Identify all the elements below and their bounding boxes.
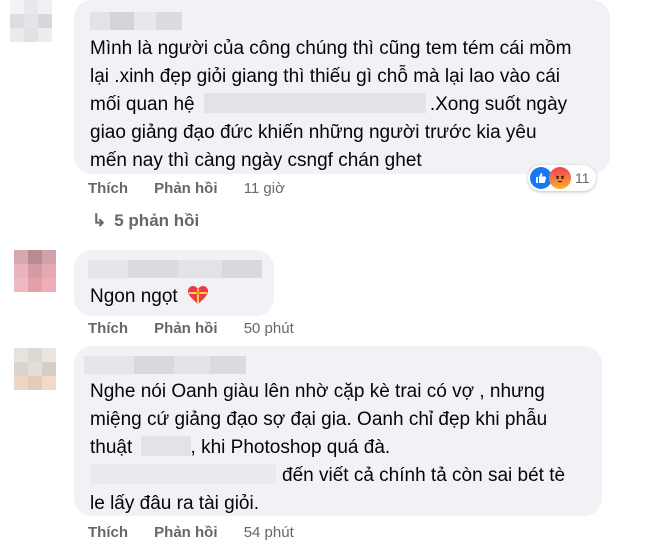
comment-text-line: Mình là người của công chúng thì cũng te… (90, 38, 572, 59)
comment-text-line: mến nay thì càng ngày csngf chán ghet (90, 150, 422, 171)
comment-text-segment: thuật (90, 437, 133, 458)
comment-text-line: đến viết cả chính tả còn sai bét tè (90, 462, 565, 490)
like-button[interactable]: Thích (88, 180, 128, 197)
comment-text-segment: mối quan hệ (90, 94, 195, 115)
comment-timestamp[interactable]: 50 phút (244, 320, 294, 337)
avatar[interactable] (14, 348, 56, 394)
comment-actions: Thích Phản hồi 11 giờ (88, 180, 285, 197)
angry-face-icon (549, 167, 571, 189)
reply-button[interactable]: Phản hồi (154, 320, 217, 337)
reply-button[interactable]: Phản hồi (154, 524, 217, 541)
heart-gift-icon (187, 286, 208, 304)
commenter-name[interactable] (84, 356, 246, 374)
like-button[interactable]: Thích (88, 524, 128, 541)
comment-text-segment: , khi Photoshop quá đà. (190, 437, 391, 458)
comment-text-line: Nghe nói Oanh giàu lên nhờ cặp kè trai c… (90, 381, 545, 402)
comment-text-line: miệng cứ giảng đạo sợ đại gia. Oanh chỉ … (90, 409, 548, 430)
comment-actions: Thích Phản hồi 50 phút (88, 320, 294, 337)
redacted-text (140, 436, 191, 456)
comment-text-line: lại .xinh đẹp giỏi giang thì thiếu gì ch… (90, 66, 561, 87)
comment-text-segment: đến viết cả chính tả còn sai bét tè (282, 465, 566, 486)
commenter-name[interactable] (88, 260, 262, 278)
reply-button[interactable]: Phản hồi (154, 180, 217, 197)
comment-timestamp[interactable]: 11 giờ (244, 180, 285, 197)
avatar[interactable] (14, 250, 56, 296)
comment-text-line: giao giảng đạo đức khiến những người trư… (90, 122, 537, 143)
avatar[interactable] (10, 0, 52, 46)
redacted-text (90, 464, 276, 484)
like-button[interactable]: Thích (88, 320, 128, 337)
comment-actions: Thích Phản hồi 54 phút (88, 524, 294, 541)
reply-arrow-icon: ↳ (92, 211, 107, 230)
comment-text-line: le lấy đâu ra tài giỏi. (90, 493, 259, 514)
comment-timestamp[interactable]: 54 phút (244, 524, 294, 541)
reaction-summary[interactable]: 11 (528, 165, 596, 191)
redacted-text (203, 93, 426, 113)
commenter-name[interactable] (90, 12, 182, 30)
comment-text-line: mối quan hệ .Xong suốt ngày (90, 91, 567, 119)
replies-count-label: 5 phản hồi (114, 211, 200, 230)
comment-text-line: Ngon ngọt (90, 283, 209, 311)
comment-text-segment: Ngon ngọt (90, 286, 178, 307)
comment-text-segment: .Xong suốt ngày (429, 94, 568, 115)
comment-text-line: thuật , khi Photoshop quá đà. (90, 434, 390, 462)
reaction-count: 11 (575, 170, 590, 186)
view-replies-link[interactable]: ↳ 5 phản hồi (92, 211, 199, 231)
